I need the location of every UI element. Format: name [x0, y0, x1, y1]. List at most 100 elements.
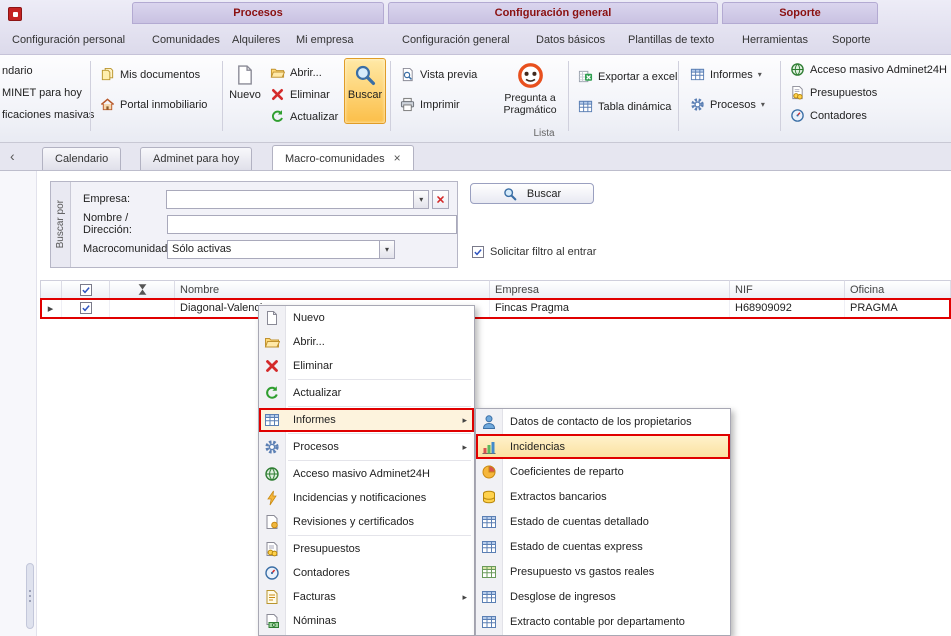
chevron-left-icon[interactable]: ‹ — [10, 148, 15, 164]
submenu-item-desglose-ingresos[interactable]: Desglose de ingresos — [476, 584, 730, 609]
checkbox-checked[interactable] — [472, 246, 484, 258]
ribbon-tab-mi-empresa[interactable]: Mi empresa — [290, 29, 359, 51]
menu-item-facturas[interactable]: Facturas ▸ — [259, 585, 474, 609]
exportar-excel-button[interactable]: Exportar a excel — [574, 66, 681, 87]
submenu-item-estado-cuentas-detallado[interactable]: Estado de cuentas detallado — [476, 509, 730, 534]
table-icon — [481, 514, 497, 530]
grid-header-nombre[interactable]: Nombre — [175, 280, 490, 299]
nombre-direccion-input[interactable] — [167, 215, 457, 234]
menu-item-abrir[interactable]: Abrir... — [259, 330, 474, 354]
submenu-item-datos-contacto[interactable]: Datos de contacto de los propietarios — [476, 409, 730, 434]
ribbon-tab-datos-basicos[interactable]: Datos básicos — [530, 29, 611, 51]
macrocomunidades-select[interactable]: Sólo activas ▾ — [167, 240, 395, 259]
menu-item-label: Contadores — [293, 567, 350, 579]
eliminar-button[interactable]: Eliminar — [266, 84, 334, 105]
submenu-item-estado-cuentas-express[interactable]: Estado de cuentas express — [476, 534, 730, 559]
submenu-item-extracto-contable[interactable]: Extracto contable por departamento — [476, 609, 730, 634]
menu-item-eliminar[interactable]: Eliminar — [259, 354, 474, 378]
grid-header-checkbox[interactable] — [62, 280, 110, 299]
dropdown-arrow-icon[interactable]: ▾ — [413, 191, 428, 208]
clipped-button-notificaciones[interactable]: ficaciones masivas — [2, 106, 94, 124]
presupuestos-button[interactable]: Presupuestos — [786, 82, 881, 103]
ribbon-tab-herramientas[interactable]: Herramientas — [736, 29, 814, 51]
app-icon[interactable] — [8, 7, 22, 21]
buscar-ribbon-button[interactable]: Buscar — [344, 58, 386, 124]
close-icon[interactable]: × — [394, 151, 401, 165]
empresa-combobox[interactable]: ▾ — [166, 190, 430, 209]
submenu-item-presupuesto-vs-gastos[interactable]: Presupuesto vs gastos reales — [476, 559, 730, 584]
vista-previa-button[interactable]: Vista previa — [396, 64, 481, 85]
menu-item-presupuestos[interactable]: Presupuestos — [259, 537, 474, 561]
delete-x-icon — [264, 358, 280, 374]
nuevo-button[interactable]: Nuevo — [226, 59, 264, 123]
tab-calendario[interactable]: Calendario — [42, 147, 121, 170]
ribbon-tab-alquileres[interactable]: Alquileres — [226, 29, 286, 51]
menu-item-informes[interactable]: Informes ▸ — [259, 408, 474, 432]
buscar-button[interactable]: Buscar — [470, 183, 594, 204]
menu-item-acceso-masivo[interactable]: Acceso masivo Adminet24H — [259, 462, 474, 486]
table-icon — [481, 539, 497, 555]
actualizar-button[interactable]: Actualizar — [266, 106, 342, 127]
pivot-table-icon — [578, 99, 593, 114]
menu-item-label: Desglose de ingresos — [510, 591, 616, 603]
cell-oficina: PRAGMA — [845, 299, 951, 318]
ribbon-tab-plantillas-texto[interactable]: Plantillas de texto — [622, 29, 720, 51]
ribbon-tab-comunidades[interactable]: Comunidades — [146, 29, 226, 51]
excel-export-icon — [578, 69, 593, 84]
vertical-scrollbar-thumb[interactable] — [26, 563, 34, 629]
contadores-button[interactable]: Contadores — [786, 105, 871, 126]
row-indicator: ▸ — [40, 299, 62, 318]
cell-empresa: Fincas Pragma — [490, 299, 730, 318]
menu-item-nuevo[interactable]: Nuevo — [259, 306, 474, 330]
menu-item-incidencias-notificaciones[interactable]: Incidencias y notificaciones — [259, 486, 474, 510]
mis-documentos-button[interactable]: Mis documentos — [96, 64, 204, 85]
ribbon-toolbar: ndario MINET para hoy ficaciones masivas… — [0, 55, 951, 143]
procesos-dropdown-button[interactable]: Procesos ▾ — [686, 94, 769, 115]
submenu-item-incidencias[interactable]: Incidencias — [476, 434, 730, 459]
panel-label: Buscar por — [55, 200, 66, 248]
clipped-button-calendario[interactable]: ndario — [2, 62, 33, 80]
menu-item-label: Estado de cuentas express — [510, 541, 643, 553]
refresh-icon — [264, 385, 280, 401]
checkbox-checked[interactable] — [80, 302, 92, 314]
acceso-masivo-button[interactable]: Acceso masivo Adminet24H — [786, 59, 951, 80]
table-green-icon — [481, 564, 497, 580]
submenu-item-extractos-bancarios[interactable]: Extractos bancarios — [476, 484, 730, 509]
menu-item-contadores[interactable]: Contadores — [259, 561, 474, 585]
menu-item-nominas[interactable]: Nóminas — [259, 609, 474, 633]
submenu-item-coeficientes[interactable]: Coeficientes de reparto — [476, 459, 730, 484]
informes-submenu: Datos de contacto de los propietarios In… — [475, 408, 731, 636]
dropdown-arrow-icon[interactable]: ▾ — [379, 241, 394, 258]
menu-item-procesos[interactable]: Procesos ▸ — [259, 435, 474, 459]
toolbar-separator — [90, 61, 91, 131]
grid-header-status-icon[interactable] — [110, 280, 175, 299]
pregunta-pragmatico-button[interactable]: Pregunta a Pragmático — [494, 57, 566, 129]
grid-header-oficina[interactable]: Oficina — [845, 280, 951, 299]
clipped-button-adminet-hoy[interactable]: MINET para hoy — [2, 84, 82, 102]
menu-item-label: Acceso masivo Adminet24H — [293, 468, 430, 480]
tab-adminet-para-hoy[interactable]: Adminet para hoy — [140, 147, 252, 170]
checkbox-checked[interactable] — [80, 284, 92, 296]
grid-header-nif[interactable]: NIF — [730, 280, 845, 299]
tabla-dinamica-button[interactable]: Tabla dinámica — [574, 96, 675, 117]
button-label: Portal inmobiliario — [120, 99, 207, 111]
ribbon-tab-configuracion-personal[interactable]: Configuración personal — [6, 29, 131, 51]
menu-item-revisiones-certificados[interactable]: Revisiones y certificados — [259, 510, 474, 534]
grid-header-empresa[interactable]: Empresa — [490, 280, 730, 299]
menu-item-actualizar[interactable]: Actualizar — [259, 381, 474, 405]
refresh-icon — [270, 109, 285, 124]
tab-macro-comunidades[interactable]: Macro-comunidades× — [272, 145, 414, 170]
portal-inmobiliario-button[interactable]: Portal inmobiliario — [96, 94, 211, 115]
informes-dropdown-button[interactable]: Informes ▾ — [686, 64, 766, 85]
row-checkbox-cell[interactable] — [62, 299, 110, 318]
button-label: Procesos — [710, 99, 756, 111]
abrir-button[interactable]: Abrir... — [266, 62, 326, 83]
ribbon-tab-configuracion-general[interactable]: Configuración general — [396, 29, 516, 51]
imprimir-button[interactable]: Imprimir — [396, 94, 464, 115]
button-label: Mis documentos — [120, 69, 200, 81]
invoice-icon — [264, 589, 280, 605]
menu-item-label: Nuevo — [293, 312, 325, 324]
ribbon-tab-soporte[interactable]: Soporte — [826, 29, 877, 51]
clear-empresa-button[interactable] — [432, 190, 449, 209]
menu-item-label: Actualizar — [293, 387, 341, 399]
